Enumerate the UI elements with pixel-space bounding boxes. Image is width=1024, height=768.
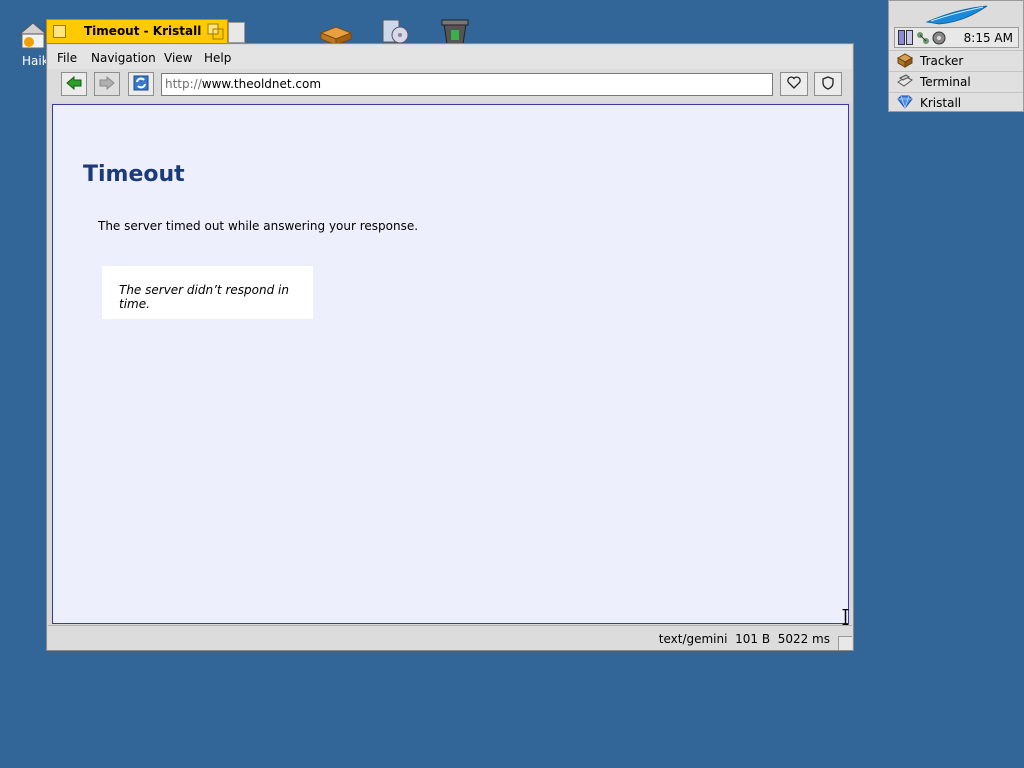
- window-tab[interactable]: Timeout - Kristall: [46, 19, 228, 44]
- status-text: text/gemini 101 B 5022 ms: [659, 632, 830, 646]
- menu-file[interactable]: File: [57, 51, 77, 65]
- home-icon-label: Haik: [22, 54, 49, 68]
- close-box-icon[interactable]: [53, 25, 66, 38]
- back-button[interactable]: [61, 72, 87, 96]
- page-message: The server timed out while answering you…: [98, 219, 419, 233]
- tray-workspaces-icon[interactable]: [898, 30, 914, 48]
- tray-network-icon[interactable]: [916, 31, 930, 48]
- package-icon[interactable]: [319, 25, 353, 45]
- status-size: 101 B: [735, 632, 771, 646]
- clock[interactable]: 8:15 AM: [964, 31, 1013, 45]
- blockquote: The server didn’t respond in time.: [102, 266, 313, 319]
- text-cursor-icon: [842, 608, 849, 628]
- resize-grip-icon[interactable]: [838, 636, 852, 650]
- leaf-logo-icon: [925, 4, 989, 29]
- toolbar: http://www.theoldnet.com: [48, 69, 852, 102]
- trash-icon[interactable]: [440, 18, 470, 44]
- system-tray: 8:15 AM: [894, 27, 1019, 48]
- url-host: www.theoldnet.com: [201, 77, 322, 91]
- menu-bar: File Navigation View Help: [48, 45, 852, 70]
- deskbar-app-tracker[interactable]: Tracker: [889, 50, 1023, 70]
- favorite-button[interactable]: [780, 72, 808, 96]
- page-content[interactable]: Timeout The server timed out while answe…: [52, 104, 849, 624]
- deskbar-app-label: Kristall: [920, 96, 962, 110]
- menu-view[interactable]: View: [164, 51, 192, 65]
- arrow-right-icon: [99, 75, 115, 93]
- status-bar: text/gemini 101 B 5022 ms: [48, 625, 852, 650]
- deskbar-app-label: Tracker: [920, 54, 964, 68]
- status-time: 5022 ms: [777, 632, 830, 646]
- url-field[interactable]: http://www.theoldnet.com: [161, 73, 773, 96]
- menu-navigation[interactable]: Navigation: [91, 51, 156, 65]
- leaf-menu-button[interactable]: [889, 1, 1023, 27]
- blockquote-text: The server didn’t respond in time.: [119, 283, 289, 311]
- heart-icon: [787, 76, 801, 92]
- forward-button[interactable]: [94, 72, 120, 96]
- browser-window: File Navigation View Help http://www.the…: [46, 43, 854, 651]
- terminal-icon: [897, 74, 913, 92]
- identity-button[interactable]: [814, 72, 842, 96]
- menu-help[interactable]: Help: [204, 51, 231, 65]
- url-protocol: http://: [165, 77, 202, 91]
- kristall-gem-icon: [897, 95, 913, 112]
- media-icon[interactable]: [380, 18, 412, 44]
- page-heading: Timeout: [83, 162, 185, 187]
- shield-icon: [822, 75, 834, 93]
- zoom-icon[interactable]: [207, 23, 225, 41]
- deskbar-app-label: Terminal: [920, 75, 971, 89]
- deskbar-app-terminal[interactable]: Terminal: [889, 71, 1023, 91]
- home-icon[interactable]: [19, 21, 47, 51]
- deskbar-app-kristall[interactable]: Kristall: [889, 92, 1023, 112]
- reload-icon: [133, 75, 149, 94]
- status-mime: text/gemini: [658, 632, 728, 646]
- deskbar: 8:15 AM Tracker Terminal Kristall: [888, 0, 1024, 112]
- arrow-left-icon: [66, 75, 82, 93]
- tray-media-icon[interactable]: [932, 30, 946, 48]
- tracker-icon: [896, 53, 914, 71]
- window-title: Timeout - Kristall: [84, 24, 202, 38]
- window-stack-tab[interactable]: [228, 22, 245, 43]
- reload-button[interactable]: [128, 72, 154, 96]
